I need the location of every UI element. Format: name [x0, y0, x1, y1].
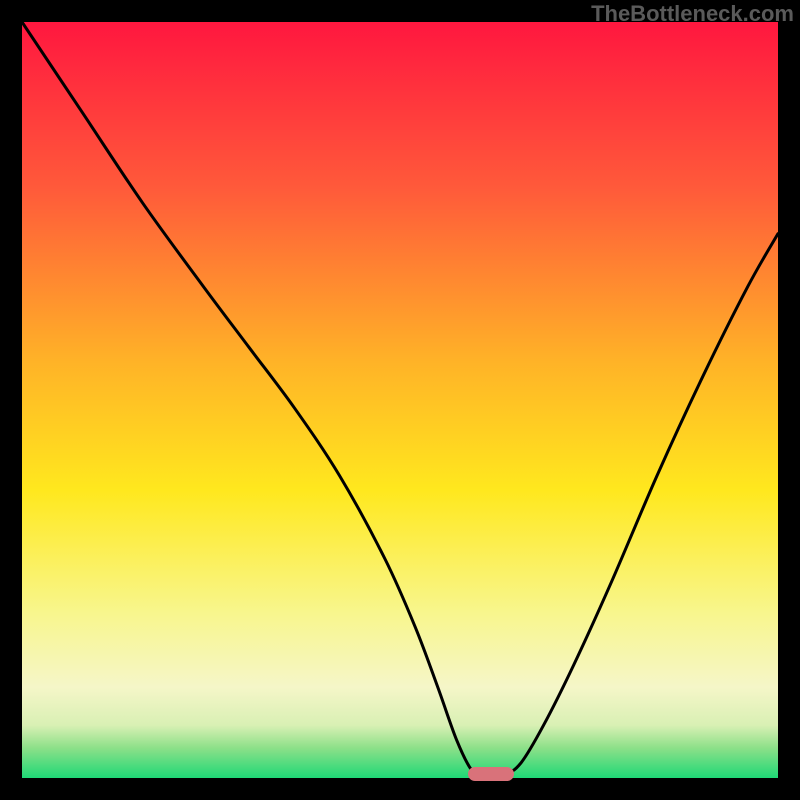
chart-plot-area [22, 22, 778, 778]
optimum-marker [468, 767, 514, 781]
watermark-text: TheBottleneck.com [591, 1, 794, 27]
chart-curve [22, 22, 778, 778]
